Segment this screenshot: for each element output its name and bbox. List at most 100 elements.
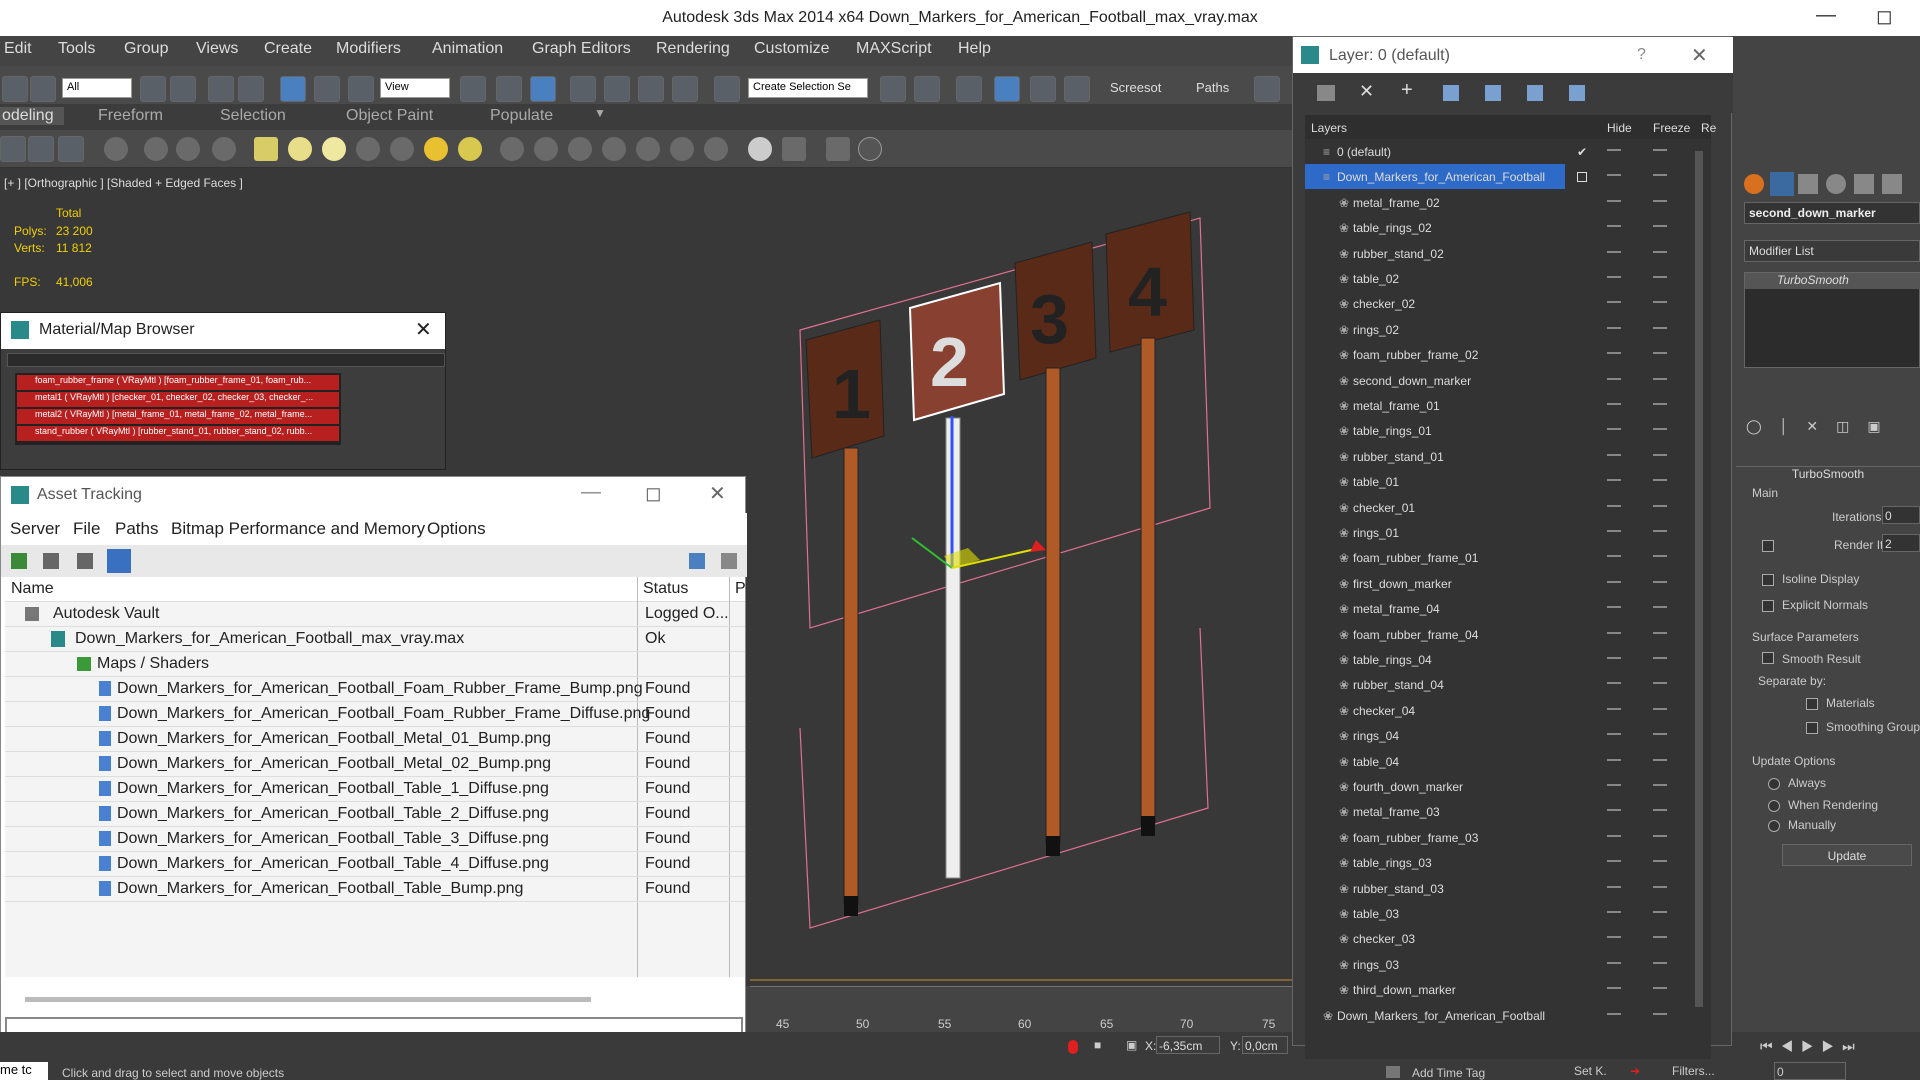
pivot-tool-icon[interactable] (144, 137, 168, 161)
freeze-toggle[interactable] (1653, 961, 1667, 964)
menu-customize[interactable]: Customize (754, 40, 830, 58)
menu-paths[interactable]: Paths (115, 519, 158, 539)
freeze-toggle[interactable] (1653, 530, 1667, 532)
modifier-list-dropdown[interactable]: Modifier List (1744, 240, 1920, 262)
layer-row[interactable]: ❀ metal_frame_04 (1305, 596, 1695, 621)
filters-button[interactable]: Filters... (1672, 1064, 1715, 1078)
hide-toggle[interactable] (1607, 555, 1621, 558)
add-time-tag[interactable]: Add Time Tag (1412, 1066, 1485, 1080)
close-icon[interactable]: ✕ (1691, 43, 1708, 68)
hide-toggle[interactable] (1607, 479, 1621, 482)
table-row[interactable]: Down_Markers_for_American_Football_Table… (5, 802, 745, 827)
freeze-toggle[interactable] (1653, 834, 1667, 837)
freeze-toggle[interactable] (1653, 453, 1667, 456)
layer-row[interactable]: ❀ rings_01 (1305, 520, 1695, 545)
col-status[interactable]: Status (643, 580, 688, 598)
move-icon[interactable] (280, 76, 306, 102)
layer-row[interactable]: ❀ rubber_stand_04 (1305, 672, 1695, 697)
hide-toggle[interactable] (1607, 428, 1621, 431)
freeze-toggle[interactable] (1653, 682, 1667, 685)
layer-row[interactable]: ≡ Down_Markers_for_American_Football (1305, 164, 1667, 190)
fur-icon[interactable] (534, 137, 558, 161)
layer-row[interactable]: ❀ foam_rubber_frame_04 (1305, 622, 1695, 647)
freeze-toggle[interactable] (1653, 1012, 1667, 1015)
layer-row[interactable]: ❀ fourth_down_marker (1305, 774, 1695, 799)
close-icon[interactable]: ✕ (415, 317, 432, 342)
table-row[interactable]: Down_Markers_for_American_Football_Foam_… (5, 677, 745, 702)
move-gizmo[interactable] (911, 416, 1046, 569)
hide-toggle[interactable] (1607, 377, 1621, 380)
active-layer-check-icon[interactable]: ✔ (1577, 145, 1587, 159)
hf-icon[interactable] (670, 137, 694, 161)
transform-mode-icon[interactable]: ▣ (1126, 1038, 1137, 1052)
layer-row[interactable]: ❀ rings_02 (1305, 317, 1695, 342)
menu-views[interactable]: Views (196, 40, 238, 58)
layer-row[interactable]: ❀ table_rings_03 (1305, 850, 1695, 875)
rect-region-icon[interactable] (208, 76, 234, 102)
menu-animation[interactable]: Animation (432, 40, 503, 58)
plane-icon[interactable] (254, 137, 278, 161)
freeze-toggle[interactable] (1653, 225, 1667, 228)
table-row[interactable]: Down_Markers_for_American_Football_Metal… (5, 727, 745, 752)
hide-toggle[interactable] (1607, 199, 1621, 202)
layer-row[interactable]: ❀ metal_frame_02 (1305, 190, 1695, 215)
freeze-toggle[interactable] (1653, 631, 1667, 634)
freeze-toggle[interactable] (1653, 199, 1667, 202)
menu-edit[interactable]: Edit (4, 40, 32, 58)
maximize-icon[interactable]: ◻ (645, 481, 662, 506)
hide-toggle[interactable] (1607, 149, 1621, 151)
spinner-snap-icon[interactable] (672, 76, 698, 102)
table-row[interactable]: Down_Markers_for_American_Football_Foam_… (5, 702, 745, 727)
menu-modifiers[interactable]: Modifiers (336, 40, 401, 58)
hide-toggle[interactable] (1607, 961, 1621, 964)
percent-snap-icon[interactable] (638, 76, 664, 102)
schematic-view-icon[interactable] (1064, 76, 1090, 102)
selection-filter-dropdown[interactable]: All (62, 78, 132, 98)
layer-row[interactable]: ❀ checker_01 (1305, 495, 1695, 520)
freeze-toggle[interactable] (1653, 403, 1667, 405)
material-item[interactable]: foam_rubber_frame ( VRayMtl ) [foam_rubb… (17, 375, 339, 390)
pivot-icon[interactable] (460, 76, 486, 102)
vertical-scrollbar[interactable] (1695, 151, 1703, 1007)
x-coord-field[interactable]: -6,35cm (1156, 1036, 1220, 1054)
viewport-label[interactable]: [+ ] [Orthographic ] [Shaded + Edged Fac… (4, 176, 243, 190)
named-selection-dropdown[interactable]: Create Selection Se (748, 78, 868, 98)
freeze-toggle[interactable] (1653, 936, 1667, 939)
smoothing-groups-checkbox[interactable] (1806, 722, 1818, 734)
edit-named-sel-icon[interactable] (714, 76, 740, 102)
help-button[interactable]: ? (1637, 46, 1646, 64)
light-icon[interactable] (104, 137, 128, 161)
freeze-all-icon[interactable] (1569, 85, 1585, 101)
screenshot-label[interactable]: Screesot (1110, 80, 1161, 95)
layer-row[interactable]: ❀ rings_04 (1305, 723, 1695, 748)
layer-row[interactable]: ≡ 0 (default) ✔ (1305, 139, 1695, 164)
sun-icon[interactable] (424, 137, 448, 161)
material-item[interactable]: metal2 ( VRayMtl ) [metal_frame_01, meta… (17, 409, 339, 424)
layer-row[interactable]: ❀ second_down_marker (1305, 368, 1695, 393)
thumbnail-view-icon[interactable] (77, 553, 93, 569)
render-frame-icon[interactable] (782, 137, 806, 161)
layer-row[interactable]: ❀ table_02 (1305, 266, 1695, 291)
mirror-icon[interactable] (880, 76, 906, 102)
hide-toggle[interactable] (1607, 403, 1621, 405)
layer-row[interactable]: ❀ third_down_marker (1305, 977, 1695, 1002)
hide-toggle[interactable] (1607, 936, 1621, 939)
hide-toggle[interactable] (1607, 885, 1621, 888)
layer-row[interactable]: ❀ rubber_stand_01 (1305, 444, 1695, 469)
freeze-toggle[interactable] (1653, 428, 1667, 431)
add-to-layer-icon[interactable]: + (1401, 79, 1413, 102)
tool-icon-3[interactable] (58, 136, 84, 162)
menu-bitmap-performance[interactable]: Bitmap Performance and Memory (171, 519, 425, 539)
select-manipulate-icon[interactable] (496, 76, 522, 102)
hide-toggle[interactable] (1607, 530, 1621, 532)
menu-tools[interactable]: Tools (58, 40, 95, 58)
freeze-toggle[interactable] (1653, 149, 1667, 151)
freeze-toggle[interactable] (1653, 809, 1667, 812)
minimize-icon[interactable]: — (581, 481, 601, 504)
refresh-icon[interactable] (11, 553, 27, 569)
snap-icon[interactable] (570, 76, 596, 102)
layer-row[interactable]: ❀ table_rings_01 (1305, 418, 1695, 443)
col-hide[interactable]: Hide (1607, 121, 1632, 135)
stack-item-turbosmooth[interactable]: TurboSmooth (1745, 273, 1920, 289)
settings-icon[interactable] (721, 553, 737, 569)
